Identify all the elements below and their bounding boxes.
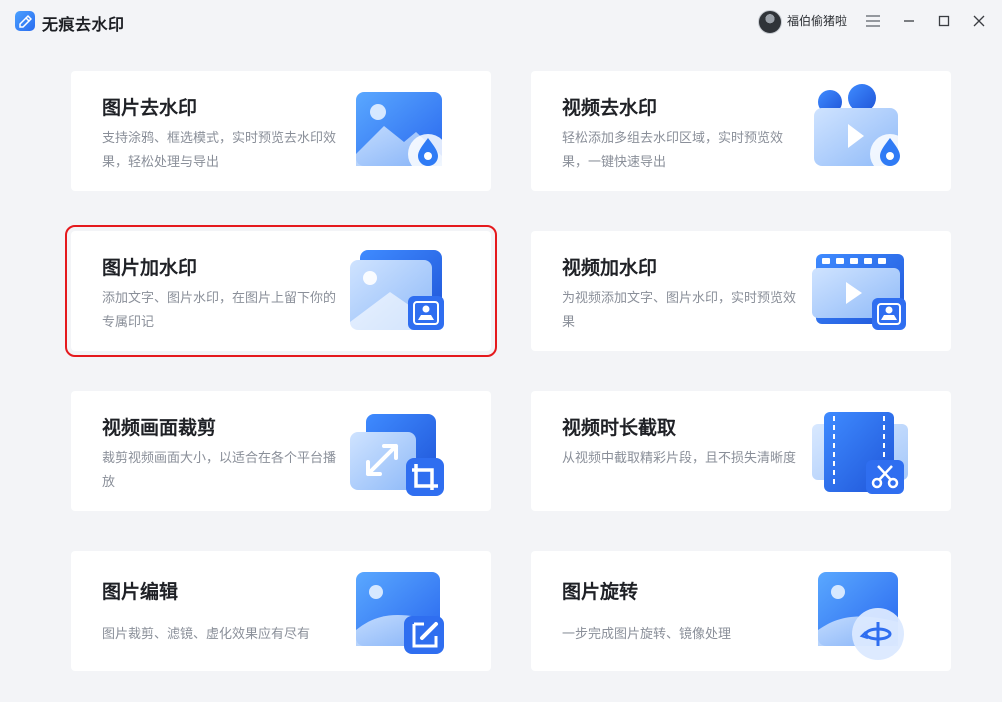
card-video-trim[interactable]: 视频时长截取 从视频中截取精彩片段，且不损失清晰度 [531,391,951,511]
card-image-add-watermark[interactable]: 图片加水印 添加文字、图片水印，在图片上留下你的专属印记 [65,225,497,357]
card-description: 裁剪视频画面大小，以适合在各个平台播放 [102,451,337,490]
card-title: 图片编辑 [102,581,179,603]
app-logo-icon [15,11,35,31]
card-video-remove-watermark[interactable]: 视频去水印 轻松添加多组去水印区域，实时预览效果，一键快速导出 [531,71,951,191]
card-title: 视频画面裁剪 [102,417,217,439]
card-description: 图片裁剪、滤镜、虚化效果应有尽有 [102,627,311,642]
maximize-icon [938,15,950,27]
video-stamp-icon [812,254,906,330]
menu-button[interactable] [860,8,886,34]
card-title: 视频加水印 [562,257,658,279]
card-description: 为视频添加文字、图片水印，实时预览效果 [562,291,797,330]
user-avatar[interactable] [758,10,782,34]
card-description: 添加文字、图片水印，在图片上留下你的专属印记 [102,291,337,330]
card-video-crop[interactable]: 视频画面裁剪 裁剪视频画面大小，以适合在各个平台播放 [71,391,491,511]
card-image-remove-watermark[interactable]: 图片去水印 支持涂鸦、框选模式，实时预览去水印效果，轻松处理与导出 [71,71,491,191]
video-droplet-icon [814,84,910,174]
close-icon [973,15,985,27]
card-description: 轻松添加多组去水印区域，实时预览效果，一键快速导出 [562,131,784,170]
hamburger-icon [866,15,880,27]
card-description: 一步完成图片旋转、镜像处理 [562,627,732,642]
card-description: 支持涂鸦、框选模式，实时预览去水印效果，轻松处理与导出 [102,131,337,170]
card-image-edit[interactable]: 图片编辑 图片裁剪、滤镜、虚化效果应有尽有 [71,551,491,671]
card-title: 图片去水印 [102,97,198,119]
card-title: 图片加水印 [102,257,198,279]
image-rotate-icon [818,572,904,660]
crop-icon [350,414,444,496]
card-image-rotate[interactable]: 图片旋转 一步完成图片旋转、镜像处理 [531,551,951,671]
app-title: 无痕去水印 [42,15,125,34]
maximize-button[interactable] [931,8,957,34]
card-title: 视频去水印 [562,97,658,119]
card-description: 从视频中截取精彩片段，且不损失清晰度 [562,451,797,466]
card-title: 视频时长截取 [562,417,677,439]
title-bar: 无痕去水印 福伯偷猪啦 [0,0,1002,42]
minimize-icon [904,20,914,22]
image-stamp-icon [350,250,444,330]
username[interactable]: 福伯偷猪啦 [787,12,847,29]
minimize-button[interactable] [896,8,922,34]
image-edit-icon [356,572,444,654]
card-title: 图片旋转 [562,581,639,603]
image-droplet-icon [356,92,448,174]
card-video-add-watermark[interactable]: 视频加水印 为视频添加文字、图片水印，实时预览效果 [531,231,951,351]
close-button[interactable] [966,8,992,34]
film-scissors-icon [812,412,908,494]
